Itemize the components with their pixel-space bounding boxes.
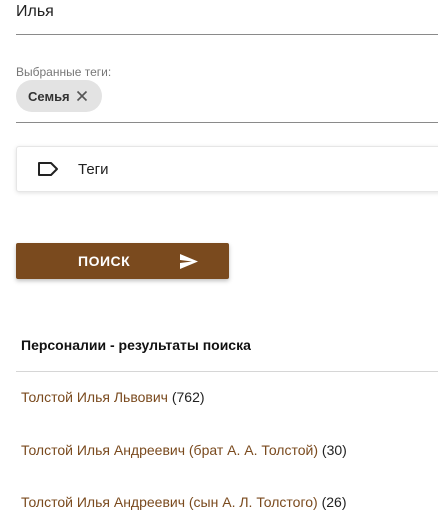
result-link[interactable]: Толстой Илья Андреевич (сын А. Л. Толсто… [21, 494, 318, 510]
selected-tags-label: Выбранные теги: [16, 65, 112, 79]
send-icon [180, 254, 198, 269]
result-count: (762) [171, 389, 205, 405]
name-input[interactable] [16, 3, 416, 21]
result-count: (26) [321, 494, 347, 510]
search-form-page: Выбранные теги: Семья Теги ПОИСК Персона… [0, 0, 438, 516]
result-count: (30) [321, 442, 347, 458]
result-item: Толстой Илья Андреевич (сын А. Л. Толсто… [21, 494, 347, 510]
label-tag-icon [38, 162, 58, 176]
result-link[interactable]: Толстой Илья Львович [21, 389, 168, 405]
result-item: Толстой Илья Львович (762) [21, 389, 205, 405]
search-button-label: ПОИСК [78, 253, 131, 269]
tag-chip-label: Семья [28, 88, 70, 104]
result-item: Толстой Илья Андреевич (брат А. А. Толст… [21, 442, 347, 458]
tags-input[interactable]: Теги [16, 146, 438, 192]
tags-input-label: Теги [78, 161, 109, 178]
close-icon[interactable] [74, 88, 90, 104]
tag-chip-family[interactable]: Семья [16, 80, 102, 112]
name-field[interactable] [16, 0, 438, 35]
selected-tags-field: Семья [16, 80, 438, 123]
result-link[interactable]: Толстой Илья Андреевич (брат А. А. Толст… [21, 442, 318, 458]
search-button[interactable]: ПОИСК [16, 243, 229, 279]
results-title: Персоналии - результаты поиска [21, 337, 251, 353]
results-divider [16, 371, 438, 372]
